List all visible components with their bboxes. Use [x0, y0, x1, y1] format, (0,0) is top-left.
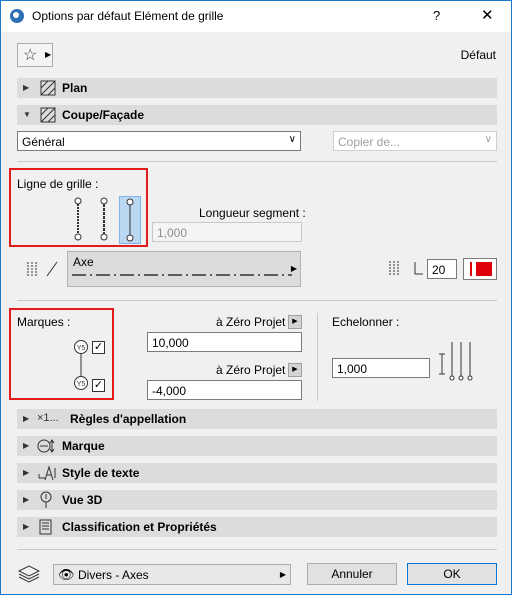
eye-icon: 👁: [58, 567, 75, 582]
line-type-selector[interactable]: Axe ▶: [67, 251, 301, 287]
markers-label: Marques :: [17, 315, 71, 329]
title-bar: Options par défaut Elément de grille ? ✕: [1, 1, 511, 32]
favorites-button[interactable]: ☆ ▶: [17, 43, 53, 67]
chevron-down-icon: ∨: [288, 134, 296, 145]
dialog-window: Options par défaut Elément de grille ? ✕…: [0, 0, 512, 595]
stagger-value-field[interactable]: 1,000: [332, 358, 430, 378]
segment-length-label: Longueur segment :: [199, 206, 306, 220]
chevron-down-icon: ∨: [484, 134, 492, 145]
section-label: Coupe/Façade: [62, 108, 145, 122]
help-button[interactable]: ?: [433, 8, 440, 23]
section-label: Marque: [62, 439, 105, 453]
marker-diagram: Y5 Y5: [73, 339, 89, 391]
segment-length-field[interactable]: 1,000: [152, 222, 302, 242]
section-3d-view[interactable]: ▶ Vue 3D: [17, 490, 497, 510]
section-label: Plan: [62, 81, 88, 95]
copy-from-select[interactable]: Copier de... ∨: [333, 131, 497, 151]
grid-line-label: Ligne de grille :: [17, 177, 99, 191]
expand-triangle-icon: ▶: [23, 441, 30, 450]
star-icon: ☆: [23, 47, 38, 64]
section-marker[interactable]: ▶ Marque: [17, 436, 497, 456]
expand-triangle-icon: ▶: [23, 495, 30, 504]
pen-icon: [387, 258, 425, 280]
chevron-right-icon: ▶: [290, 264, 297, 273]
section-label: Style de texte: [62, 466, 140, 480]
classification-icon: [37, 518, 59, 536]
section-label: Vue 3D: [62, 493, 103, 507]
stagger-label: Echelonner :: [332, 315, 400, 329]
grid-type-segmented[interactable]: [93, 196, 115, 244]
pen-color-button[interactable]: [463, 258, 497, 280]
expand-triangle-icon: ▶: [23, 83, 30, 92]
preset-label: Défaut: [460, 48, 496, 62]
general-select[interactable]: Général ∨: [17, 131, 301, 151]
section-label: Classification et Propriétés: [62, 520, 217, 534]
window-title: Options par défaut Elément de grille: [32, 9, 224, 23]
grid-type-plain-selected[interactable]: [119, 196, 141, 244]
ok-button[interactable]: OK: [407, 563, 497, 585]
cancel-button[interactable]: Annuler: [307, 563, 397, 585]
section-naming-rules[interactable]: ▶ ×1... Règles d'appellation: [17, 409, 497, 429]
zero-project-bottom-label: à Zéro Projet: [216, 363, 286, 377]
archicad-app-icon: [10, 9, 24, 23]
divider: [17, 300, 497, 301]
3d-view-icon: [37, 491, 59, 509]
zero-project-top-menu[interactable]: ▶: [288, 315, 302, 329]
line-type-name: Axe: [73, 255, 94, 269]
pen-number-field[interactable]: 20: [427, 259, 457, 279]
layer-icon: [17, 563, 41, 583]
section-text-style[interactable]: ▶ Style de texte: [17, 463, 497, 483]
zero-project-top-label: à Zéro Projet: [216, 315, 286, 329]
stagger-icon: [438, 340, 478, 384]
chevron-right-icon: ▶: [279, 570, 286, 579]
zero-project-bottom-menu[interactable]: ▶: [288, 363, 302, 377]
layer-select[interactable]: 👁 Divers - Axes ▶: [53, 564, 291, 585]
divider: [17, 161, 497, 162]
floor-plan-icon: [37, 79, 59, 97]
chevron-right-icon: ▶: [45, 50, 52, 59]
marker-bottom-checkbox[interactable]: ✓: [92, 379, 105, 392]
pen-color-bar: [470, 262, 472, 276]
section-elevation-icon: [37, 106, 59, 124]
expand-triangle-icon: ▶: [23, 522, 30, 531]
marker-top-text: Y5: [77, 345, 86, 352]
marker-top-checkbox[interactable]: ✓: [92, 341, 105, 354]
grid-type-full-line[interactable]: [67, 196, 89, 244]
divider: [17, 549, 497, 550]
expand-triangle-icon: ▶: [23, 414, 30, 423]
line-type-icon: [25, 259, 65, 279]
section-classification[interactable]: ▶ Classification et Propriétés: [17, 517, 497, 537]
section-plan[interactable]: ▶ Plan: [17, 78, 497, 98]
section-coupe-facade[interactable]: ▼ Coupe/Façade: [17, 105, 497, 125]
text-style-icon: [37, 464, 59, 482]
close-button[interactable]: ✕: [481, 6, 494, 24]
marker-bottom-text: Y5: [77, 381, 86, 388]
dash-dot-preview: [72, 274, 292, 276]
vertical-divider: [317, 313, 318, 401]
top-marker-value[interactable]: 10,000: [147, 332, 302, 352]
collapse-triangle-icon: ▼: [23, 110, 31, 119]
section-label: Règles d'appellation: [70, 412, 187, 426]
bottom-marker-value[interactable]: -4,000: [147, 380, 302, 400]
pen-color-swatch: [476, 262, 492, 276]
expand-triangle-icon: ▶: [23, 468, 30, 477]
naming-rules-icon: ×1...: [37, 412, 59, 424]
marker-head-icon: [37, 437, 59, 455]
